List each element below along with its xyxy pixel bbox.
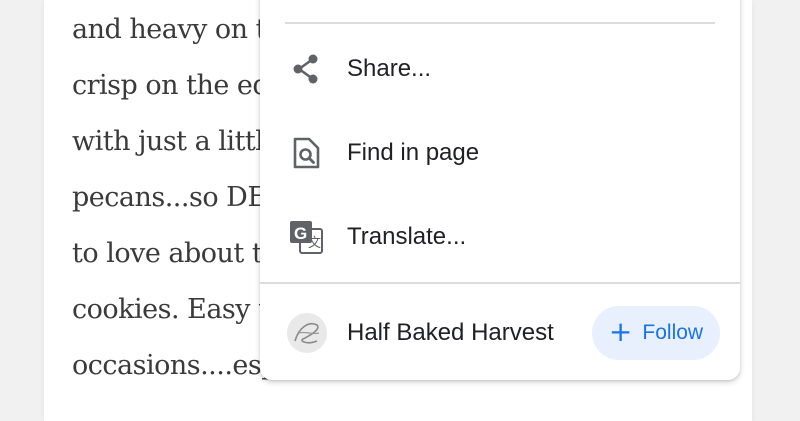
plus-icon: + [608,315,633,348]
follow-site-row: Half Baked Harvest + Follow [260,302,740,364]
article-text-line: occasions....esp [72,350,279,381]
translate-menu-item[interactable]: 文 G Translate... [260,201,740,273]
translate-icon: 文 G [288,219,324,255]
menu-divider [285,22,715,24]
site-logo-avatar [287,313,327,353]
site-name: Half Baked Harvest [347,319,554,346]
menu-divider [260,282,740,284]
share-label: Share... [347,55,432,82]
find-in-page-menu-item[interactable]: Find in page [260,117,740,189]
svg-text:G: G [294,224,307,243]
follow-button[interactable]: + Follow [592,306,720,360]
follow-label: Follow [642,321,704,344]
share-menu-item[interactable]: Share... [260,33,740,105]
translate-label: Translate... [347,223,467,250]
article-text-line: cookies. Easy t [72,294,269,325]
find-in-page-icon [288,135,324,171]
article-text-line: crisp on the ed [72,70,270,101]
article-text-line: to love about th [72,238,280,269]
overflow-menu: Share... Find in page 文 G Translate... H… [260,0,740,380]
share-icon [288,51,324,87]
article-text-line: with just a littl [72,126,264,157]
article-text-line: and heavy on th [72,14,283,45]
find-in-page-label: Find in page [347,139,480,166]
browser-viewport: and heavy on th crisp on the ed with jus… [0,0,800,421]
article-text-line: pecans...so DE [72,182,267,213]
